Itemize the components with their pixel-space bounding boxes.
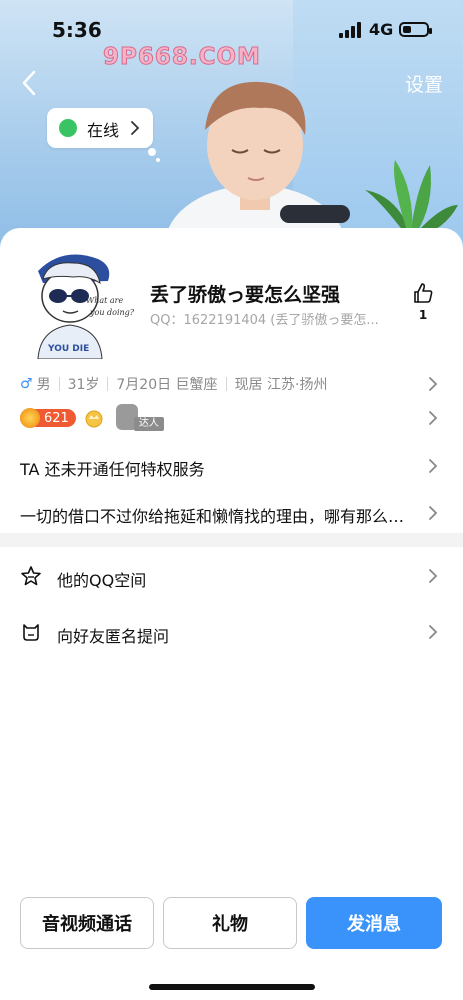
badges-row[interactable]: 621 达人: [20, 404, 168, 432]
svg-text:What are: What are: [86, 296, 123, 305]
avatar[interactable]: YOU DIE What are you doing?: [18, 241, 136, 359]
divider: [107, 377, 109, 391]
video-call-button[interactable]: 音视频通话: [20, 897, 154, 949]
anon-ask-menu-item[interactable]: 向好友匿名提问: [57, 623, 169, 647]
level-badge: 621: [20, 408, 76, 428]
online-dot-icon: [59, 119, 77, 137]
online-status-label: 在线: [87, 121, 120, 140]
star-icon: [21, 566, 41, 586]
back-arrow-icon[interactable]: [18, 68, 42, 98]
battery-icon: [399, 22, 432, 37]
status-time: 5:36: [52, 18, 102, 42]
watermark-text: 9P668.COM: [103, 44, 261, 71]
chevron-right-icon[interactable]: [428, 624, 438, 640]
anonymous-question-icon: [23, 624, 39, 641]
location: 现居 江苏·扬州: [234, 377, 328, 393]
divider: [58, 377, 60, 391]
chevron-right-icon[interactable]: [428, 568, 438, 584]
chevron-right-icon[interactable]: [428, 376, 438, 392]
settings-button[interactable]: 设置: [405, 70, 443, 97]
bubble-tail-small: [156, 158, 160, 162]
network-type: 4G: [369, 20, 394, 39]
qq-number-line: QQ：1622191404 (丢了骄傲っ要怎...: [150, 313, 379, 328]
svg-text:you doing?: you doing?: [89, 308, 135, 317]
section-divider: [0, 533, 463, 547]
signature-row[interactable]: 一切的借口不过你给拖延和懒惰找的理由，哪有那么多的借口: [20, 503, 415, 527]
svg-text:YOU DIE: YOU DIE: [47, 344, 89, 354]
level-value: 621: [44, 410, 69, 426]
talent-badge: 达人: [112, 404, 168, 432]
privilege-row[interactable]: TA 还未开通任何特权服务: [20, 456, 205, 480]
divider: [225, 377, 227, 391]
sun-level-icon: [20, 408, 40, 428]
crown-icon: [85, 410, 103, 428]
basic-info-row[interactable]: ♂ 男 31岁 7月20日 巨蟹座 现居 江苏·扬州: [20, 375, 327, 393]
gift-button[interactable]: 礼物: [163, 897, 297, 949]
online-status-bubble[interactable]: 在线: [47, 108, 153, 148]
home-indicator[interactable]: [149, 984, 315, 990]
send-message-button[interactable]: 发消息: [306, 897, 442, 949]
cover-character-illustration: [165, 81, 350, 250]
chevron-right-icon[interactable]: [428, 410, 438, 426]
signal-icon: [339, 22, 361, 38]
plant-decoration: [365, 160, 458, 240]
qzone-menu-item[interactable]: 他的QQ空间: [57, 567, 146, 591]
birthday: 7月20日 巨蟹座: [116, 377, 218, 393]
chevron-right-icon[interactable]: [428, 458, 438, 474]
male-icon: ♂: [20, 376, 33, 392]
bubble-tail: [148, 148, 156, 156]
age: 31岁: [67, 377, 100, 393]
thumbs-up-icon[interactable]: [412, 282, 434, 304]
chevron-right-icon: [131, 121, 140, 135]
nickname: 丢了骄傲っ要怎么坚强: [150, 284, 341, 306]
like-count: 1: [418, 308, 428, 322]
chevron-right-icon[interactable]: [428, 505, 438, 521]
talent-tag: 达人: [133, 417, 164, 431]
gender: 男: [36, 377, 51, 393]
